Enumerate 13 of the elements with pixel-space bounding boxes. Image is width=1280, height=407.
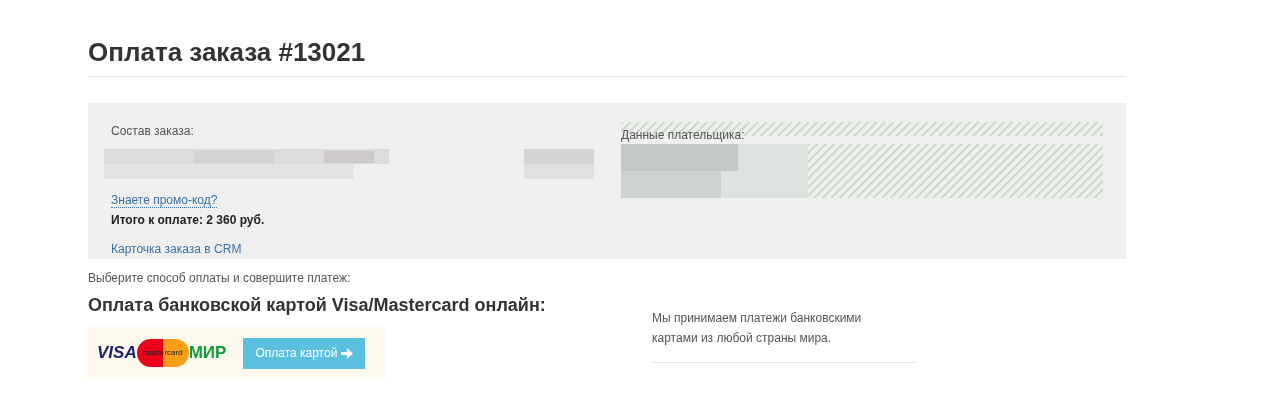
section-label: Данные плательщика: bbox=[621, 128, 745, 142]
payment-method-heading: Оплата банковской картой Visa/Mastercard онлайн: bbox=[88, 294, 546, 317]
section-label: Состав заказа: bbox=[111, 123, 194, 140]
promo-code-link[interactable]: Знаете промо-код? bbox=[111, 193, 218, 208]
mir-logo: МИР bbox=[188, 342, 227, 365]
page-title: Оплата заказа #13021 bbox=[88, 36, 366, 69]
visa-logo: VISA bbox=[97, 342, 137, 365]
instruction-text: Выберите способ оплаты и совершите платеж: bbox=[88, 270, 351, 287]
payment-note: Мы принимаем платежи банковскими картами из любой страны мира. bbox=[652, 308, 917, 363]
order-total: Итого к оплате: 2 360 руб. bbox=[111, 212, 265, 229]
arrow-right-icon bbox=[341, 347, 354, 359]
crm-card-link[interactable]: Карточка заказа в CRM bbox=[111, 240, 242, 258]
mastercard-logo: mastercard bbox=[136, 339, 189, 367]
